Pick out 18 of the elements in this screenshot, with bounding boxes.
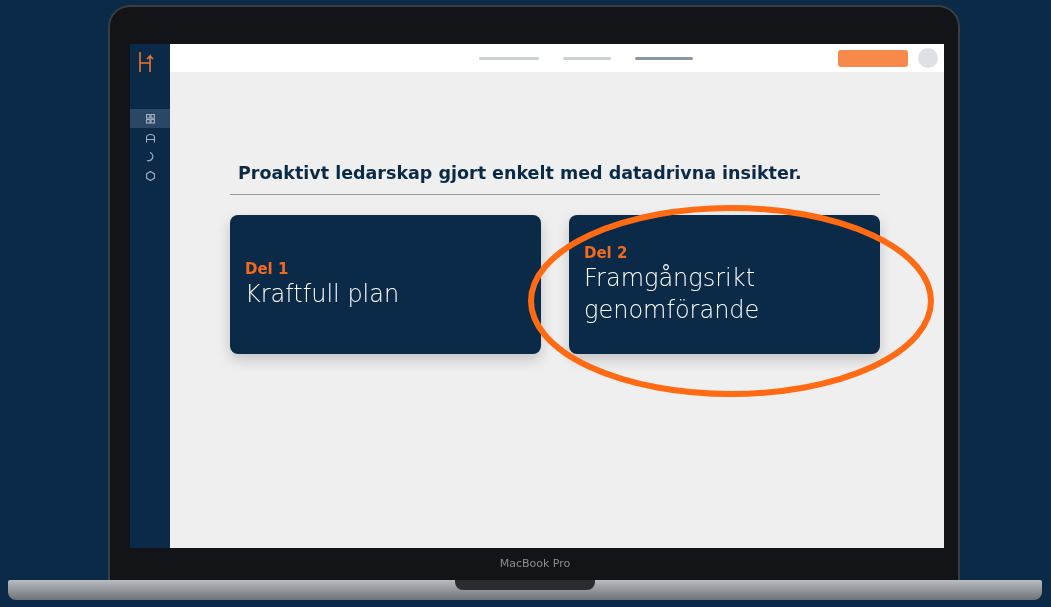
cube-icon	[145, 170, 155, 181]
nav-tab[interactable]	[479, 56, 539, 60]
action-button[interactable]	[838, 49, 908, 67]
page-heading: Proaktivt ledarskap gjort enkelt med datadrivna insikter.	[237, 162, 803, 185]
card-label: Del 2	[584, 243, 629, 262]
card-label: Del 1	[245, 259, 290, 278]
moon-icon	[145, 151, 155, 162]
card-title: Framgångsrikt genomförande	[584, 262, 761, 326]
nav-tab[interactable]	[563, 56, 611, 60]
device-label: MacBook Pro	[498, 556, 572, 572]
nav-tab[interactable]	[635, 56, 693, 60]
sidebar-item[interactable]	[130, 109, 170, 128]
section-card[interactable]: Del 2 Framgångsrikt genomförande	[569, 215, 880, 355]
avatar[interactable]	[918, 48, 938, 68]
grid-icon	[145, 113, 155, 124]
card-title: Kraftfull plan	[245, 278, 401, 310]
logo-icon	[139, 51, 155, 72]
section-card[interactable]: Del 1 Kraftfull plan	[230, 215, 541, 355]
